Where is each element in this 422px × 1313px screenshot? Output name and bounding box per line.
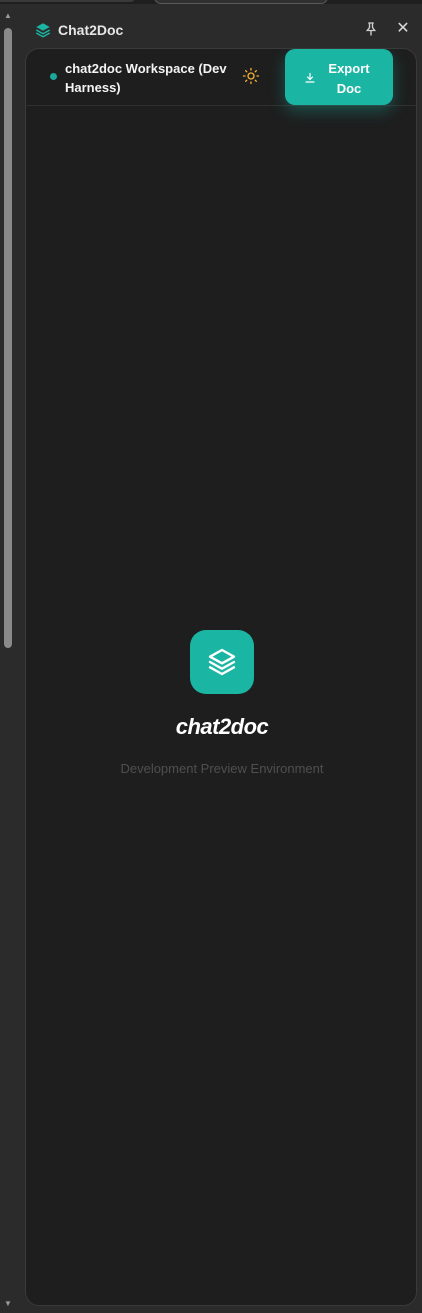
brand-subtitle: Development Preview Environment [120,761,324,776]
panel-title: Chat2Doc [58,22,124,38]
app-root: ▲ ▼ Chat2Doc ✕ chat2doc Workspace (Dev H… [0,0,422,1313]
layers-icon [34,21,52,39]
top-tab-remnant [0,0,136,2]
app-logo [190,630,254,694]
workspace-panel: chat2doc Workspace (Dev Harness) Export … [25,48,417,1306]
top-search-remnant [154,0,328,4]
brand-name: chat2doc [175,714,269,739]
scroll-down-arrow[interactable]: ▼ [1,1298,15,1310]
sun-icon[interactable] [242,67,260,85]
workspace-topbar: chat2doc Workspace (Dev Harness) Export … [26,49,416,106]
export-doc-button[interactable]: Export Doc [285,49,393,105]
scroll-thumb[interactable] [4,28,12,648]
status-dot [50,73,57,80]
scrollbar[interactable]: ▲ ▼ [1,10,15,1310]
workspace-title: chat2doc Workspace (Dev Harness) [65,61,227,95]
pin-icon[interactable] [362,20,380,38]
download-icon [304,71,316,83]
layers-icon [208,648,236,676]
panel-header: Chat2Doc ✕ [22,14,422,46]
close-icon[interactable]: ✕ [394,20,412,38]
scroll-up-arrow[interactable]: ▲ [1,10,15,22]
export-doc-label: Export Doc [328,61,370,96]
